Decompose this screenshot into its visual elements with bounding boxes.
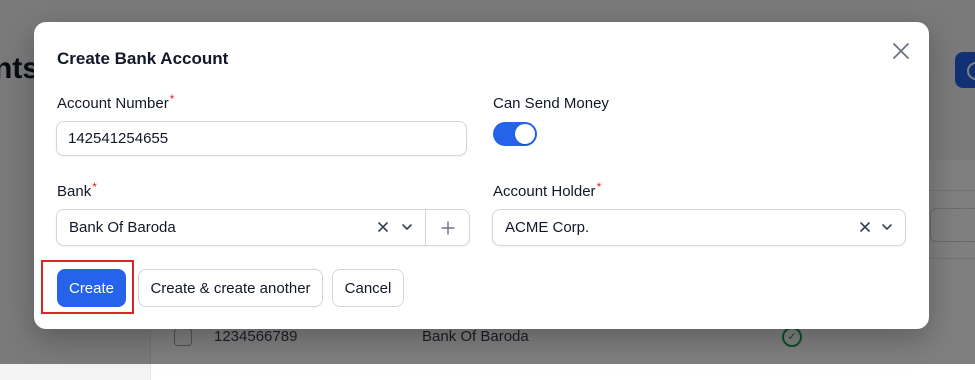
chevron-down-icon[interactable] [399,219,415,235]
clear-icon[interactable] [857,219,873,235]
modal-title: Create Bank Account [57,49,229,68]
create-and-create-another-button[interactable]: Create & create another [138,269,323,307]
clear-icon[interactable] [375,219,391,235]
bank-label-text: Bank [57,183,92,200]
required-marker: * [596,180,602,194]
close-button[interactable] [890,40,912,62]
create-button[interactable]: Create [57,269,126,307]
bank-label: Bank* [57,180,97,200]
toggle-knob [515,124,535,144]
can-send-money-label: Can Send Money [493,95,609,112]
create-bank-account-modal: Create Bank Account Account Number* Can … [34,22,929,329]
add-bank-button[interactable] [426,210,470,245]
can-send-money-toggle[interactable] [493,122,537,146]
account-number-label: Account Number* [57,92,175,112]
required-marker: * [92,180,97,194]
required-marker: * [169,92,175,106]
account-holder-label: Account Holder* [493,180,602,200]
account-holder-select-value: ACME Corp. [505,219,590,236]
bank-select-value: Bank Of Baroda [69,219,176,236]
cancel-button[interactable]: Cancel [332,269,404,307]
account-number-input[interactable] [56,121,467,156]
close-icon [893,43,909,59]
bank-select[interactable]: Bank Of Baroda [56,209,470,246]
account-holder-label-text: Account Holder [493,183,596,200]
chevron-down-icon[interactable] [879,219,895,235]
account-holder-select[interactable]: ACME Corp. [492,209,906,246]
account-number-label-text: Account Number [57,95,169,112]
plus-icon [441,221,455,235]
